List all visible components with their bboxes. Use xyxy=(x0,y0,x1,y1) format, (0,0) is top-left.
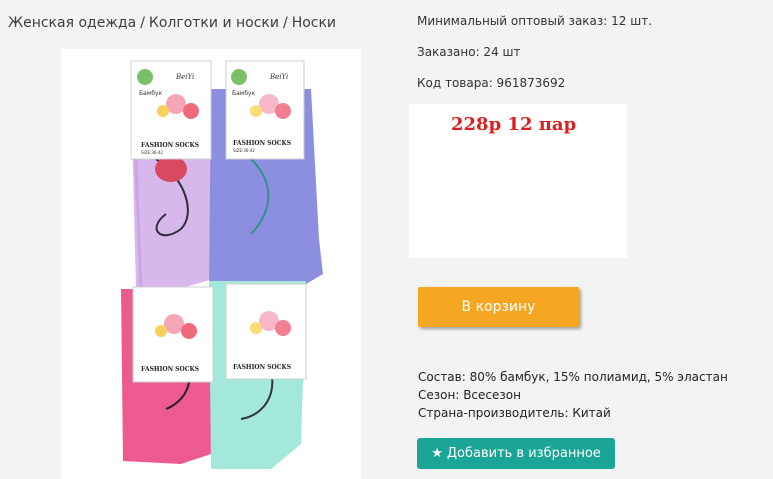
label-size-text: SIZE:36-42 xyxy=(233,148,255,153)
add-to-cart-button[interactable]: В корзину xyxy=(418,287,579,327)
product-image[interactable]: Бамбук Бамбук BeiYi BeiYi FASHION SOCKS … xyxy=(61,49,361,479)
breadcrumb-link-womens-clothing[interactable]: Женская одежда xyxy=(8,15,136,31)
socks-photo: Бамбук Бамбук BeiYi BeiYi FASHION SOCKS … xyxy=(121,60,323,469)
label-brand-text: Бамбук xyxy=(232,90,256,97)
label-title-text: FASHION SOCKS xyxy=(233,140,291,147)
label-title-text: FASHION SOCKS xyxy=(141,366,199,373)
product-code-text: Код товара: 961873692 xyxy=(417,76,566,90)
label-brand-text: Бамбук xyxy=(139,90,163,97)
star-icon: ★ xyxy=(431,446,443,461)
price-text: 228р 12 пар xyxy=(451,114,577,135)
label-logo-text: BeiYi xyxy=(175,73,194,81)
composition-text: Состав: 80% бамбук, 15% полиамид, 5% эла… xyxy=(418,370,728,384)
price-box: 228р 12 пар xyxy=(409,104,627,258)
label-title-text: FASHION SOCKS xyxy=(233,364,291,371)
add-to-favorites-label: Добавить в избранное xyxy=(446,446,601,461)
add-to-favorites-button[interactable]: ★ Добавить в избранное xyxy=(417,438,615,469)
ordered-count-text: Заказано: 24 шт xyxy=(417,45,521,59)
label-title-text: FASHION SOCKS xyxy=(141,142,199,149)
breadcrumb-separator: / xyxy=(282,15,288,31)
label-logo-text: BeiYi xyxy=(269,73,288,81)
breadcrumb-separator: / xyxy=(140,15,145,31)
product-specs: Состав: 80% бамбук, 15% полиамид, 5% эла… xyxy=(418,368,728,422)
breadcrumb-link-tights-socks[interactable]: Колготки и носки xyxy=(149,15,279,31)
label-size-text: SIZE:36-42 xyxy=(141,150,163,155)
breadcrumb: Женская одежда / Колготки и носки / Носки xyxy=(8,15,336,31)
min-order-text: Минимальный оптовый заказ: 12 шт. xyxy=(417,14,653,28)
breadcrumb-current-socks[interactable]: Носки xyxy=(292,15,336,31)
season-text: Сезон: Всесезон xyxy=(418,388,521,402)
country-text: Страна-производитель: Китай xyxy=(418,406,611,420)
